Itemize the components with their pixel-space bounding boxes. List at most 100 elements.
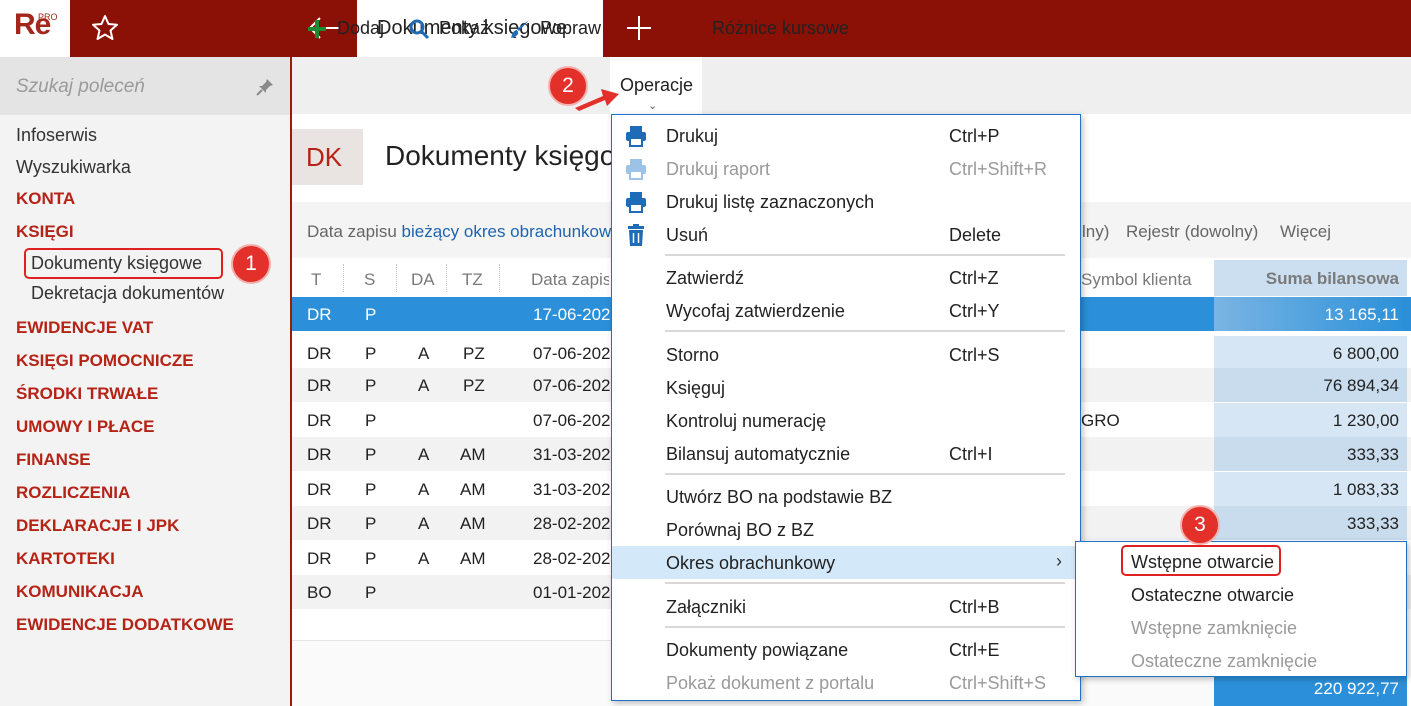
- menu-item-drukuj[interactable]: Drukuj Ctrl+P: [612, 119, 1080, 152]
- sidebar-section-ksiegi-pomocnicze[interactable]: KSIĘGI POMOCNICZE: [16, 351, 194, 371]
- cell-s: P: [365, 344, 377, 363]
- command-search-input[interactable]: Szukaj poleceń: [0, 57, 290, 115]
- submenu-item-wstepne-zamkniecie[interactable]: Wstępne zamknięcie: [1131, 618, 1297, 639]
- column-header-sum[interactable]: Suma bilansowa: [1214, 260, 1407, 296]
- menu-item-label: Porównaj BO z BZ: [666, 520, 815, 540]
- cell-t: DR: [307, 514, 332, 533]
- menu-item-okres-obrachunkowy[interactable]: Okres obrachunkowy ›: [612, 546, 1080, 579]
- menu-item-porownaj-bo[interactable]: Porównaj BO z BZ: [612, 513, 1080, 546]
- star-icon[interactable]: [90, 13, 120, 43]
- cell-date: 01-01-2024: [533, 583, 611, 602]
- cell-tz: AM: [460, 445, 486, 464]
- sidebar-section-srodki-trwale[interactable]: ŚRODKI TRWAŁE: [16, 384, 158, 404]
- sidebar-section-ewidencje-dodatkowe[interactable]: EWIDENCJE DODATKOWE: [16, 615, 234, 635]
- menu-item-kontroluj-numeracje[interactable]: Kontroluj numerację: [612, 404, 1080, 437]
- menu-item-usun[interactable]: Usuń Delete: [612, 218, 1080, 251]
- menu-item-shortcut: Ctrl+B: [949, 597, 1000, 617]
- add-button[interactable]: Dodaj: [306, 0, 384, 57]
- cell-t: DR: [307, 376, 332, 395]
- cell-sum: 6 800,00: [1214, 336, 1407, 370]
- toolbar: [292, 57, 1411, 114]
- column-header-t[interactable]: T: [311, 270, 321, 290]
- filter-register[interactable]: Rejestr (dowolny): [1126, 222, 1258, 242]
- menu-item-utworz-bo[interactable]: Utwórz BO na podstawie BZ: [612, 480, 1080, 513]
- menu-item-drukuj-raport[interactable]: Drukuj raport Ctrl+Shift+R: [612, 152, 1080, 185]
- cell-sum-value: 333,33: [1347, 445, 1399, 464]
- menu-item-bilansuj-automatycznie[interactable]: Bilansuj automatycznie Ctrl+I: [612, 437, 1080, 470]
- column-header-da[interactable]: DA: [411, 270, 435, 290]
- brush-icon: [511, 19, 529, 38]
- sidebar-item-infoserwis[interactable]: Infoserwis: [16, 125, 97, 146]
- submenu-item-ostateczne-otwarcie[interactable]: Ostateczne otwarcie: [1131, 585, 1294, 606]
- menu-item-shortcut: Ctrl+I: [949, 444, 993, 464]
- sum-total-value: 220 922,77: [1313, 679, 1399, 698]
- sidebar-section-rozliczenia[interactable]: ROZLICZENIA: [16, 483, 130, 503]
- cell-s: P: [365, 514, 377, 533]
- filter-date-value[interactable]: bieżący okres obrachunkowy: [402, 222, 620, 241]
- show-button[interactable]: Pokaż: [408, 0, 489, 57]
- cell-sum-value: 13 165,11: [1324, 305, 1399, 324]
- printer-icon: [626, 159, 646, 180]
- menu-item-label: Dokumenty powiązane: [666, 640, 849, 660]
- edit-button[interactable]: Popraw: [509, 0, 601, 57]
- filter-date-label: Data zapisu: [307, 222, 397, 241]
- menu-item-zalaczniki[interactable]: Załączniki Ctrl+B: [612, 590, 1080, 623]
- menu-item-label: Bilansuj automatycznie: [666, 444, 851, 464]
- menu-item-shortcut: Ctrl+Shift+S: [949, 673, 1047, 693]
- menu-item-wycofaj-zatwierdzenie[interactable]: Wycofaj zatwierdzenie Ctrl+Y: [612, 294, 1080, 327]
- sidebar: Szukaj poleceń: [0, 57, 290, 706]
- menu-item-label: Drukuj raport: [666, 159, 771, 179]
- cell-sum-value: 1 230,00: [1332, 411, 1399, 430]
- menu-item-pokaz-dokument-z-portalu[interactable]: Pokaż dokument z portalu Ctrl+Shift+S: [612, 666, 1080, 699]
- cell-sum-value: 1 083,33: [1332, 480, 1399, 499]
- printer-icon: [626, 126, 646, 147]
- menu-item-shortcut: Ctrl+P: [949, 126, 1000, 146]
- menu-item-drukuj-liste[interactable]: Drukuj listę zaznaczonych: [612, 185, 1080, 218]
- exchange-differences-button[interactable]: Różnice kursowe: [712, 0, 849, 57]
- column-separator: [396, 264, 397, 292]
- annotation-arrow-icon: [575, 89, 619, 111]
- cell-t: DR: [307, 549, 332, 568]
- filter-more[interactable]: Więcej: [1280, 222, 1331, 242]
- cell-t: DR: [307, 411, 332, 430]
- sidebar-section-deklaracje-i-jpk[interactable]: DEKLARACJE I JPK: [16, 516, 179, 536]
- menu-item-shortcut: Ctrl+S: [949, 345, 1000, 365]
- pin-icon[interactable]: [255, 77, 275, 97]
- sidebar-section-konta[interactable]: KONTA: [16, 189, 75, 209]
- column-header-client-symbol[interactable]: Symbol klienta: [1081, 270, 1211, 290]
- sidebar-section-komunikacja[interactable]: KOMUNIKACJA: [16, 582, 144, 602]
- sidebar-section-finanse[interactable]: FINANSE: [16, 450, 91, 470]
- menu-item-zatwierdz[interactable]: Zatwierdź Ctrl+Z: [612, 261, 1080, 294]
- menu-item-label: Utwórz BO na podstawie BZ: [666, 487, 893, 507]
- sidebar-section-ewidencje-vat[interactable]: EWIDENCJE VAT: [16, 318, 153, 338]
- cell-s: P: [365, 549, 377, 568]
- menu-item-label: Wycofaj zatwierdzenie: [666, 301, 845, 321]
- menu-item-dokumenty-powiazane[interactable]: Dokumenty powiązane Ctrl+E: [612, 633, 1080, 666]
- column-header-date[interactable]: Data zapisu: [531, 270, 609, 290]
- cell-client: GRO: [1081, 411, 1120, 430]
- sidebar-item-dekretacja-dokumentow[interactable]: Dekretacja dokumentów: [31, 283, 224, 304]
- sidebar-section-umowy-i-place[interactable]: UMOWY I PŁACE: [16, 417, 155, 437]
- filter-fragment[interactable]: lny): [1082, 222, 1109, 242]
- badge-text: DK: [306, 142, 343, 172]
- column-separator: [499, 264, 500, 292]
- cell-sum: 1 230,00: [1214, 403, 1407, 437]
- menu-item-label: Zatwierdź: [666, 268, 745, 288]
- sidebar-section-ksiegi[interactable]: KSIĘGI: [16, 222, 74, 242]
- column-header-s[interactable]: S: [364, 270, 375, 290]
- menu-item-storno[interactable]: Storno Ctrl+S: [612, 338, 1080, 371]
- printer-icon: [626, 192, 646, 213]
- operations-menu-button[interactable]: Operacje ⌄: [610, 57, 702, 115]
- menu-separator: [665, 254, 1065, 256]
- column-header-tz[interactable]: TZ: [462, 270, 483, 290]
- highlight-box-step3: [1121, 545, 1281, 576]
- cell-da: A: [418, 480, 430, 499]
- new-tab-plus-icon[interactable]: [624, 13, 654, 43]
- menu-item-ksieguj[interactable]: Księguj: [612, 371, 1080, 404]
- submenu-item-ostateczne-zamkniecie[interactable]: Ostateczne zamknięcie: [1131, 651, 1317, 672]
- sidebar-item-wyszukiwarka[interactable]: Wyszukiwarka: [16, 157, 131, 178]
- app-logo[interactable]: Re PRO: [0, 0, 70, 57]
- filter-date[interactable]: Data zapisu bieżący okres obrachunkowy: [307, 222, 620, 242]
- sidebar-section-kartoteki[interactable]: KARTOTEKI: [16, 549, 115, 569]
- cell-t: DR: [307, 480, 332, 499]
